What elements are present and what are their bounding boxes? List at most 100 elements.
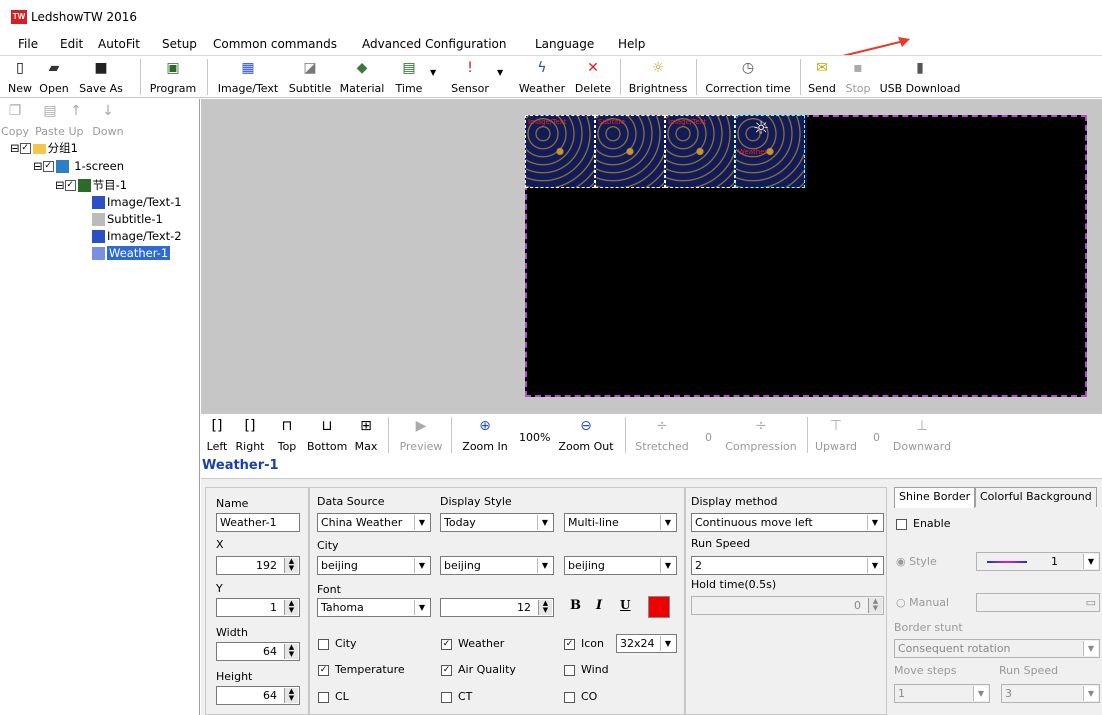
city-select[interactable]: beijing ▼ xyxy=(440,556,554,575)
compression-button[interactable]: ÷ Compression xyxy=(723,414,799,456)
image-text-2-window[interactable]: Image/Text xyxy=(665,115,735,188)
image-text-button[interactable]: ▦ Image/Text xyxy=(213,56,283,98)
tab-shine-border[interactable]: Shine Border xyxy=(894,487,976,508)
air-quality-checkbox[interactable]: ✓ Air Quality xyxy=(441,663,516,676)
group-checkbox[interactable]: ✓ xyxy=(19,143,31,154)
data-source-select[interactable]: China Weather ▼ xyxy=(317,513,431,532)
zoom-in-button[interactable]: ⊕ Zoom In xyxy=(459,414,511,456)
ct-checkbox[interactable]: CT xyxy=(441,690,472,703)
width-stepper[interactable]: 64 ▲ ▼ xyxy=(216,642,300,661)
send-button[interactable]: ✉ Send xyxy=(804,56,840,98)
time-dropdown-icon[interactable]: ▼ xyxy=(430,68,436,77)
tree-program[interactable]: ⊟ ✓ 节目-1 xyxy=(55,177,127,193)
wind-checkbox[interactable]: Wind xyxy=(564,663,609,676)
menu-help[interactable]: Help xyxy=(618,37,645,51)
sensor-dropdown-icon[interactable]: ▼ xyxy=(497,68,503,77)
district-select[interactable]: beijing ▼ xyxy=(564,556,677,575)
spin-arrows-icon[interactable]: ▲ ▼ xyxy=(538,600,552,615)
icon-size-select[interactable]: 32x24 ▼ xyxy=(616,634,677,653)
align-top-button[interactable]: ⊓ Top xyxy=(273,414,301,456)
manual-radio[interactable]: ○ Manual xyxy=(896,596,949,609)
program-checkbox[interactable]: ✓ xyxy=(64,180,76,191)
tree-item-weather-1[interactable]: Weather-1 xyxy=(90,246,171,260)
menu-advanced-configuration[interactable]: Advanced Configuration xyxy=(362,37,506,51)
image-text-1-window[interactable]: Image/Text xyxy=(525,115,595,188)
upward-button[interactable]: ⊤ Upward xyxy=(813,414,859,456)
y-stepper[interactable]: 1 ▲ ▼ xyxy=(216,598,300,617)
height-stepper[interactable]: 64 ▲ ▼ xyxy=(216,686,300,705)
stretched-button[interactable]: ÷ Stretched xyxy=(631,414,693,456)
line-mode-select[interactable]: Multi-line ▼ xyxy=(564,513,677,532)
spin-arrows-icon[interactable]: ▲ ▼ xyxy=(284,688,298,703)
enable-checkbox[interactable]: Enable xyxy=(896,517,950,530)
weather-checkbox[interactable]: ✓ Weather xyxy=(441,637,504,650)
menu-edit[interactable]: Edit xyxy=(60,37,83,51)
align-left-button[interactable]: [] Left xyxy=(203,414,231,456)
menu-common-commands[interactable]: Common commands xyxy=(213,37,337,51)
font-color-swatch[interactable] xyxy=(648,596,670,618)
folder-open-icon[interactable]: ▭ xyxy=(1086,594,1096,611)
tree-item-subtitle-1[interactable]: Subtitle-1 xyxy=(90,212,163,226)
province-select[interactable]: beijing ▼ xyxy=(317,556,431,575)
downward-button[interactable]: ⊥ Downward xyxy=(891,414,953,456)
brightness-button[interactable]: ☼ Brightness xyxy=(626,56,690,98)
spin-arrows-icon[interactable]: ▲ ▼ xyxy=(868,598,882,613)
border-run-speed-select[interactable]: 3 ▼ xyxy=(1001,684,1100,703)
temperature-checkbox[interactable]: ✓ Temperature xyxy=(318,663,405,676)
subtitle-button[interactable]: ◪ Subtitle xyxy=(286,56,334,98)
subtitle-1-window[interactable]: Subtitle xyxy=(595,115,665,188)
save-as-button[interactable]: ■ Save As xyxy=(74,56,128,98)
menu-autofit[interactable]: AutoFit xyxy=(98,37,140,51)
italic-button[interactable]: I xyxy=(596,598,602,613)
up-button[interactable]: ↑ Up xyxy=(64,99,88,141)
align-right-button[interactable]: [] Right xyxy=(233,414,267,456)
co-checkbox[interactable]: CO xyxy=(564,690,597,703)
border-style-select[interactable]: 1 ▼ xyxy=(976,552,1100,571)
down-button[interactable]: ↓ Down xyxy=(90,99,126,141)
spin-arrows-icon[interactable]: ▲ ▼ xyxy=(284,644,298,659)
weather-button[interactable]: ϟ Weather xyxy=(516,56,568,98)
delete-button[interactable]: ✕ Delete xyxy=(572,56,614,98)
run-speed-select[interactable]: 2 ▼ xyxy=(691,556,884,575)
zoom-out-button[interactable]: ⊖ Zoom Out xyxy=(557,414,615,456)
menu-language[interactable]: Language xyxy=(535,37,594,51)
tree-group[interactable]: ⊟ ✓ 分组1 xyxy=(10,140,78,156)
font-select[interactable]: Tahoma ▼ xyxy=(317,598,431,617)
icon-checkbox[interactable]: ✓ Icon xyxy=(564,637,604,650)
tree-item-image-text-1[interactable]: Image/Text-1 xyxy=(90,195,182,209)
display-style-select[interactable]: Today ▼ xyxy=(440,513,554,532)
tab-colorful-background[interactable]: Colorful Background xyxy=(975,487,1097,507)
x-stepper[interactable]: 192 ▲ ▼ xyxy=(216,556,300,575)
align-bottom-button[interactable]: ⊔ Bottom xyxy=(307,414,347,456)
tree-item-image-text-2[interactable]: Image/Text-2 xyxy=(90,229,182,243)
new-button[interactable]: ▯ New xyxy=(4,56,36,98)
open-button[interactable]: ▰ Open xyxy=(36,56,72,98)
manual-border-field[interactable]: ▭ xyxy=(976,593,1100,612)
sensor-button[interactable]: ! Sensor xyxy=(446,56,494,98)
tree-screen[interactable]: ⊟ ✓ 1-screen xyxy=(33,159,124,173)
hold-time-stepper[interactable]: 0 ▲ ▼ xyxy=(691,596,884,615)
style-radio[interactable]: ◉ Style xyxy=(896,555,937,568)
weather-1-window[interactable]: ☼ Weather xyxy=(735,115,805,188)
preview-button[interactable]: ▶ Preview xyxy=(397,414,445,456)
max-button[interactable]: ⊞ Max xyxy=(351,414,381,456)
border-stunt-select[interactable]: Consequent rotation ▼ xyxy=(894,639,1100,658)
display-method-select[interactable]: Continuous move left ▼ xyxy=(691,513,884,532)
spin-arrows-icon[interactable]: ▲ ▼ xyxy=(284,600,298,615)
usb-download-button[interactable]: ▮ USB Download xyxy=(878,56,962,98)
correction-time-button[interactable]: ◷ Correction time xyxy=(702,56,794,98)
city-checkbox[interactable]: City xyxy=(318,637,357,650)
time-button[interactable]: ▤ Time xyxy=(392,56,426,98)
material-button[interactable]: ◆ Material xyxy=(338,56,386,98)
font-size-stepper[interactable]: 12 ▲ ▼ xyxy=(440,598,554,617)
menu-setup[interactable]: Setup xyxy=(162,37,197,51)
menu-file[interactable]: File xyxy=(18,37,38,51)
program-button[interactable]: ▣ Program xyxy=(147,56,199,98)
stop-button[interactable]: ▪ Stop xyxy=(842,56,874,98)
paste-button[interactable]: ▤ Paste xyxy=(32,99,68,141)
screen-checkbox[interactable]: ✓ xyxy=(42,161,54,172)
bold-button[interactable]: B xyxy=(570,598,581,613)
spin-arrows-icon[interactable]: ▲ ▼ xyxy=(284,558,298,573)
name-field[interactable]: Weather-1 xyxy=(216,513,300,532)
copy-button[interactable]: ❐ Copy xyxy=(0,99,30,141)
